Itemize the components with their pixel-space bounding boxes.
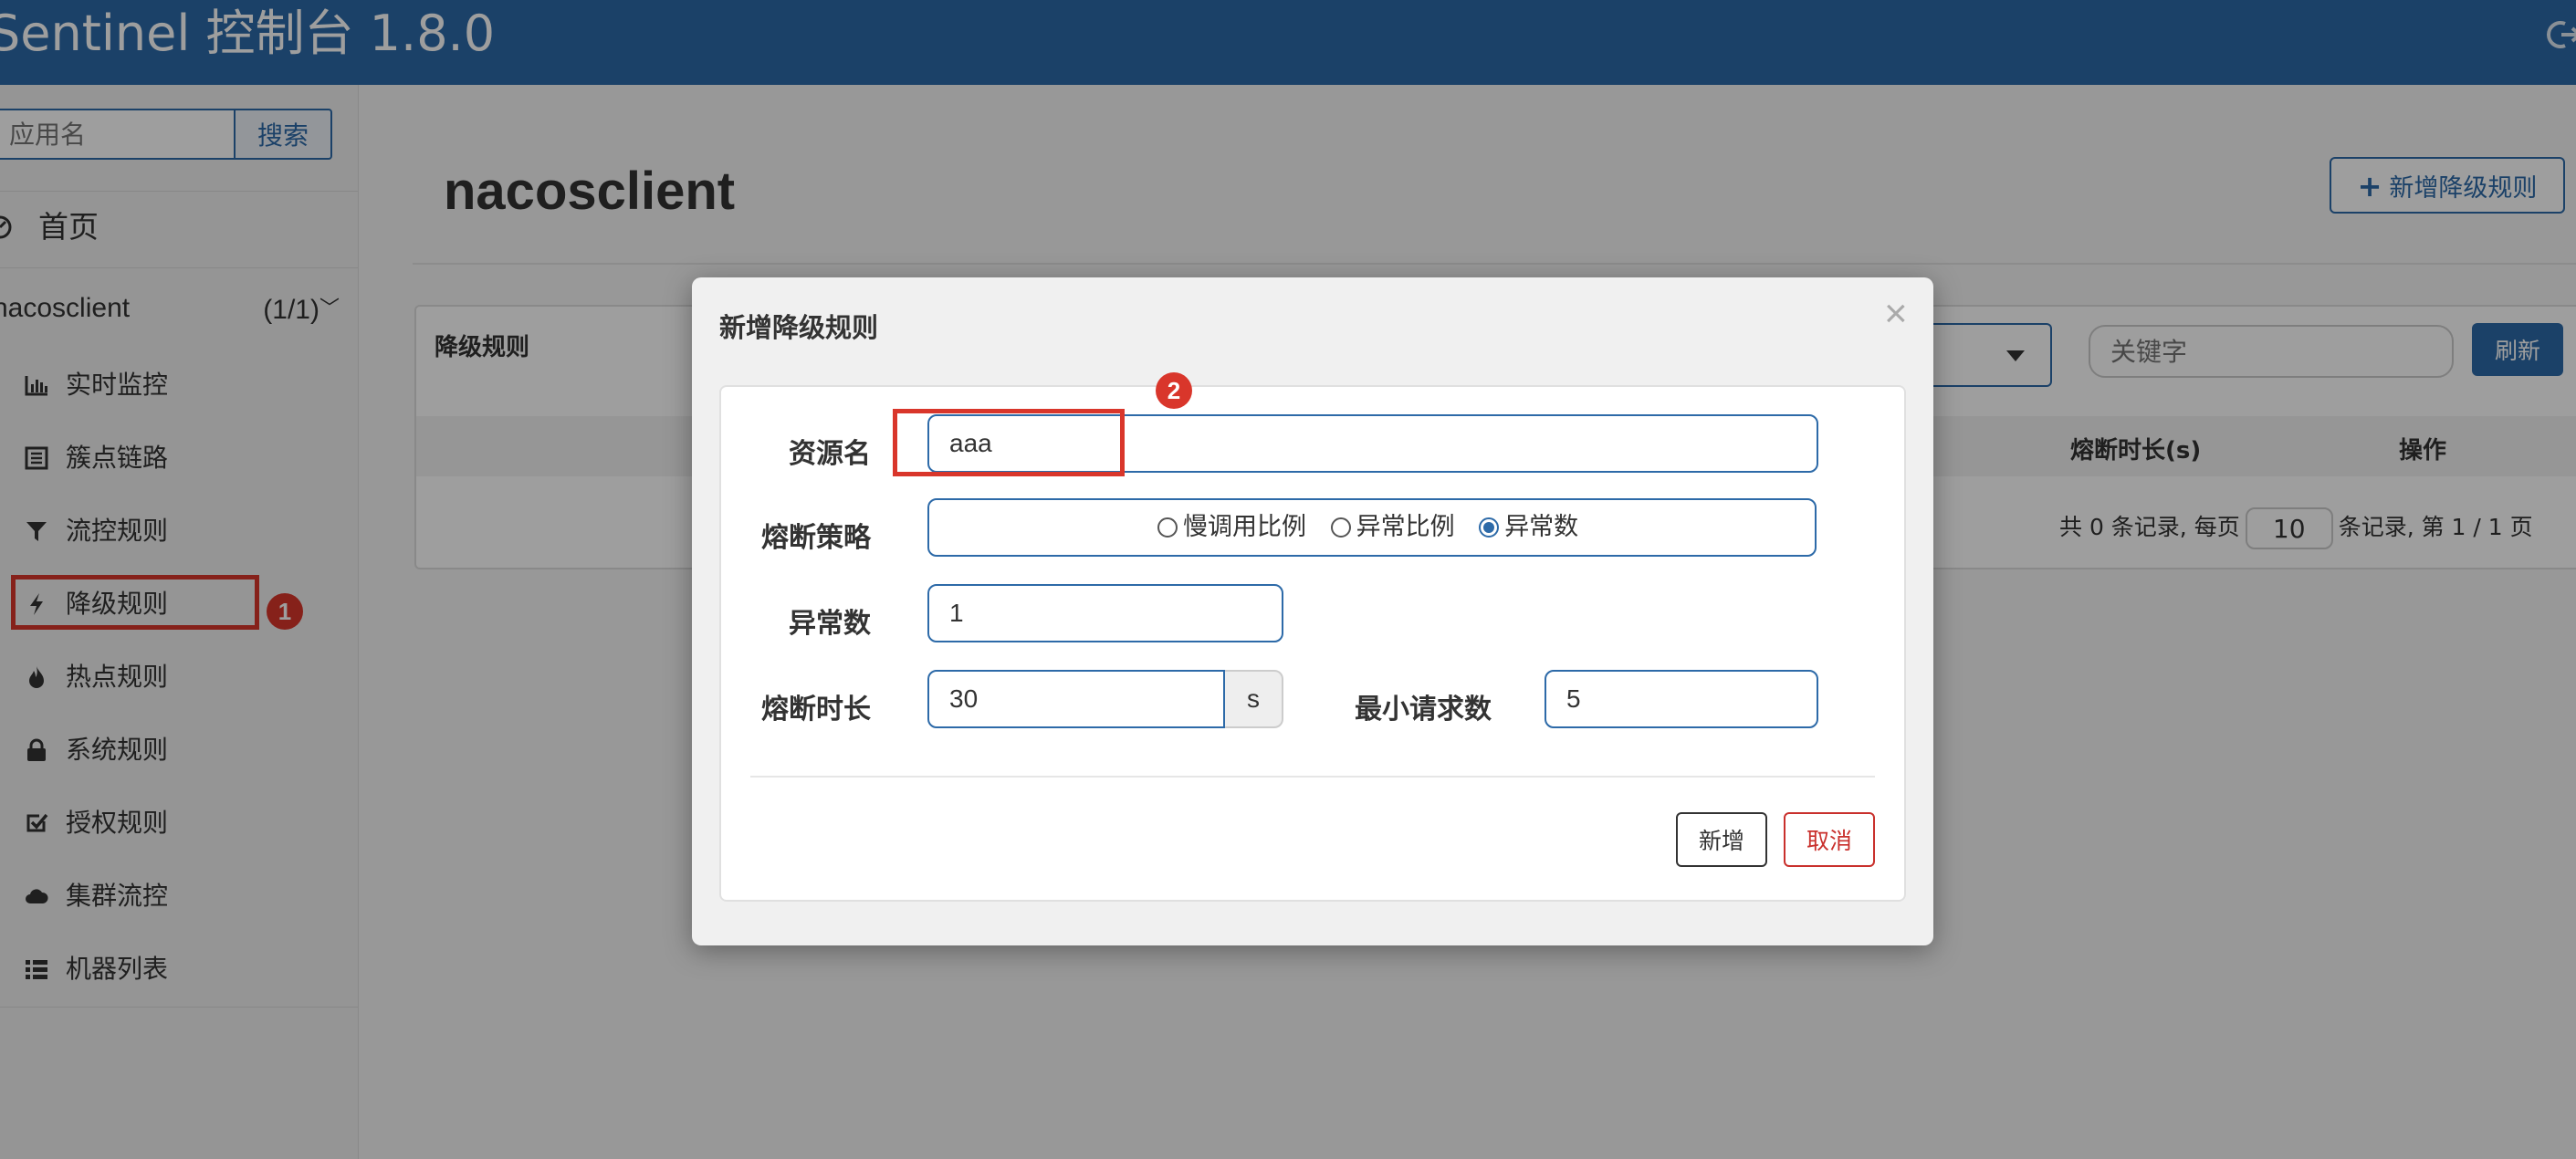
annotation-badge: 2 [1156,372,1192,409]
radio-error-ratio[interactable]: 异常比例 [1330,509,1455,546]
radio-button[interactable] [1330,517,1351,538]
duration-unit: s [1225,670,1283,728]
radio-button[interactable] [1157,517,1178,538]
annotation-highlight-box [893,409,1125,476]
add-degrade-rule-dialog: 新增降级规则 × 资源名 熔断策略 慢调用比例 异常比例 异常数 异常数 熔断时… [692,277,1933,945]
submit-button[interactable]: 新增 [1676,812,1767,867]
dialog-title: 新增降级规则 [719,312,879,343]
resource-name-label: 资源名 [789,438,871,470]
close-icon[interactable]: × [1884,292,1908,336]
strategy-label: 熔断策略 [761,522,871,554]
duration-input[interactable] [927,670,1225,728]
error-count-input[interactable] [927,584,1283,642]
radio-button-checked[interactable] [1479,517,1500,538]
divider [750,776,1875,778]
min-request-input[interactable] [1545,670,1818,728]
error-count-label: 异常数 [789,608,871,640]
strategy-radio-group: 慢调用比例 异常比例 异常数 [927,498,1817,557]
cancel-button[interactable]: 取消 [1784,812,1875,867]
radio-slow-ratio[interactable]: 慢调用比例 [1157,509,1306,546]
min-request-label: 最小请求数 [1355,694,1492,726]
duration-label: 熔断时长 [761,694,871,726]
radio-error-count[interactable]: 异常数 [1479,509,1578,546]
